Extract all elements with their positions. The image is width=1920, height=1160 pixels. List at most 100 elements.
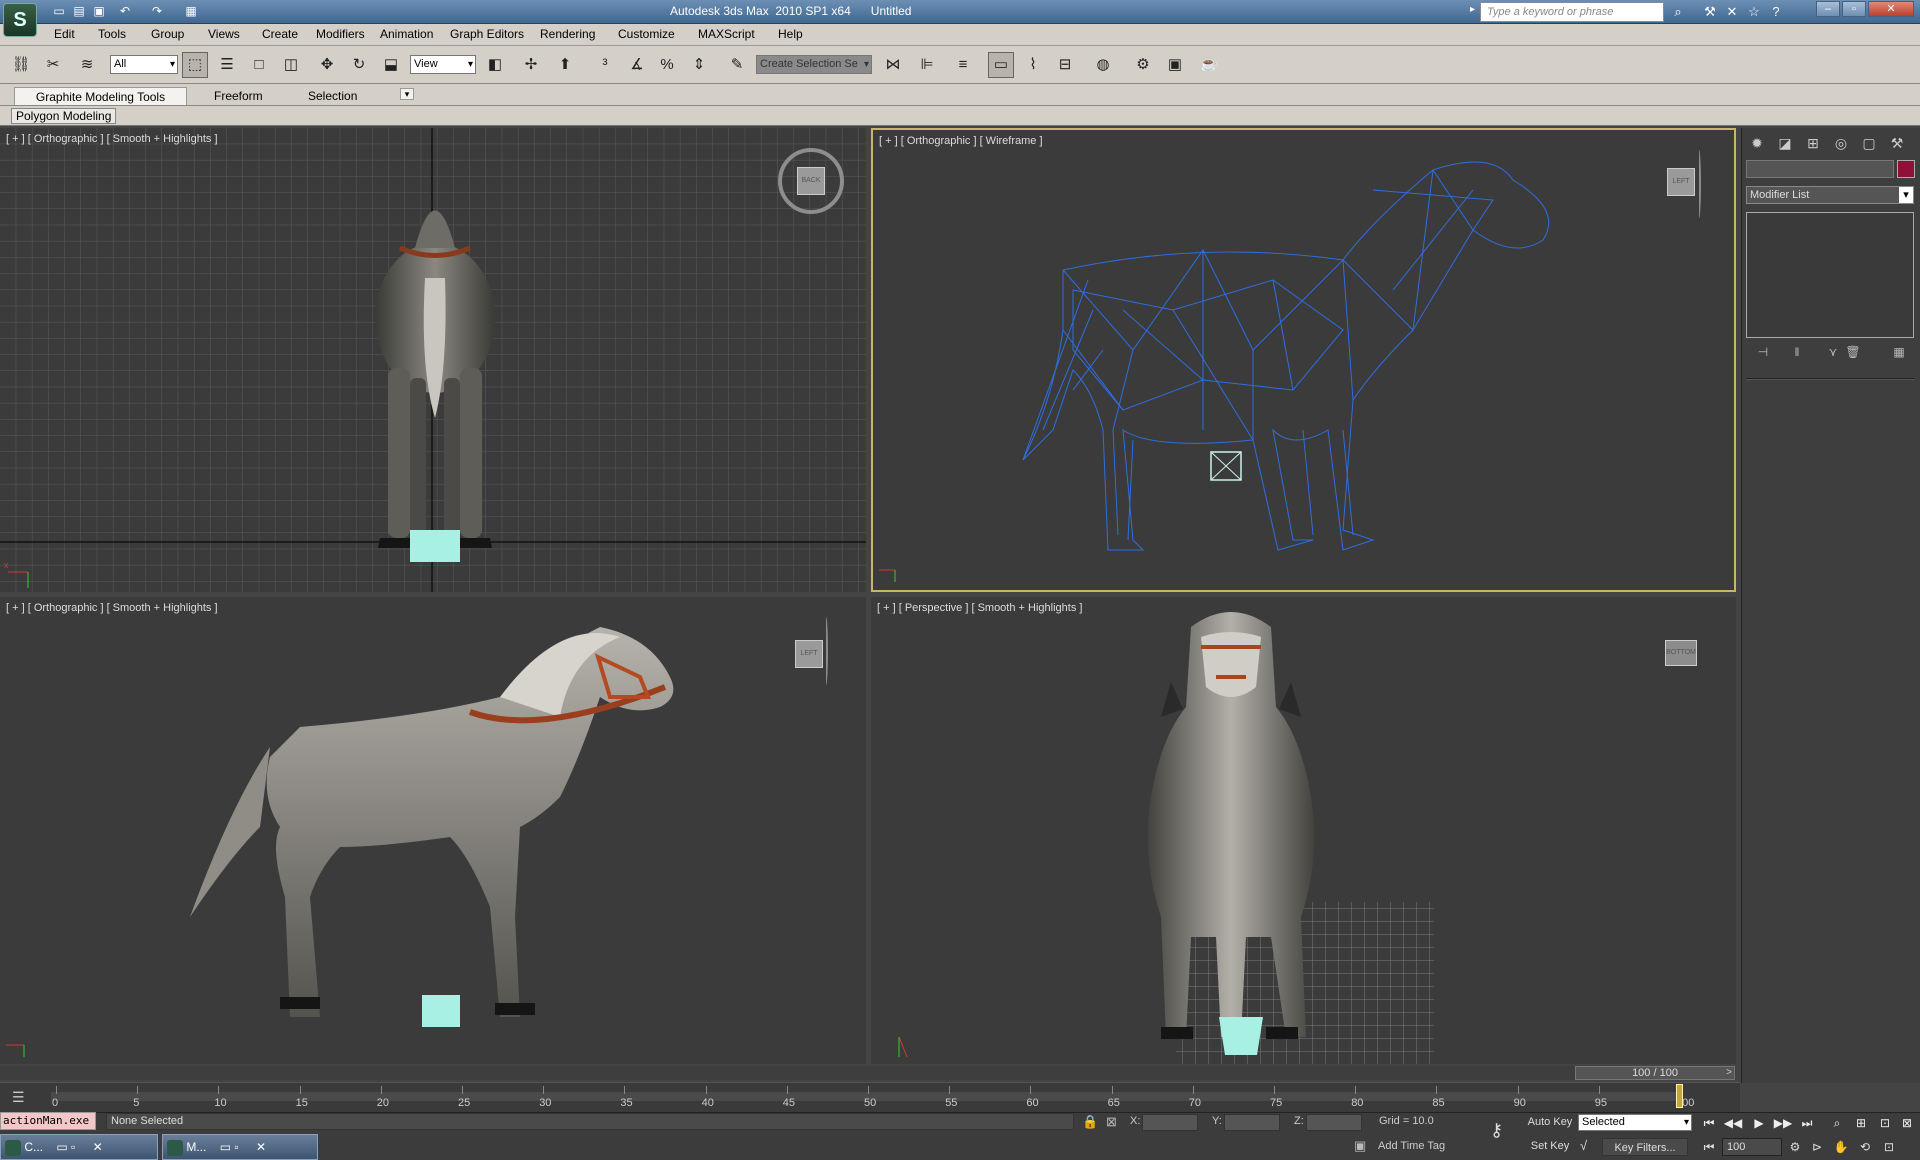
zoom-all-icon[interactable]: ⊞ — [1850, 1114, 1872, 1132]
key-mode-toggle-icon[interactable]: ⏮ — [1698, 1137, 1720, 1157]
tab-freeform[interactable]: Freeform — [204, 87, 273, 105]
viewport-top[interactable]: x [ + ] [ Orthographic ] [ Smooth + High… — [0, 128, 866, 592]
snap-toggle-icon[interactable]: ³ — [592, 52, 618, 78]
modify-panel-icon[interactable]: ◪ — [1774, 132, 1796, 154]
pivot-center-icon[interactable]: ◧ — [482, 52, 508, 78]
unlink-icon[interactable]: ✂ — [40, 52, 66, 78]
taskbar-item-2[interactable]: M... ▭ ▫ ✕ — [162, 1134, 318, 1160]
zoom-icon[interactable]: ⌕ — [1826, 1114, 1848, 1132]
y-coordinate-field[interactable] — [1224, 1114, 1280, 1131]
binoculars-icon[interactable]: ⌕ — [1668, 2, 1688, 22]
help-search-input[interactable]: Type a keyword or phrase — [1480, 2, 1664, 22]
display-panel-icon[interactable]: ▢ — [1858, 132, 1880, 154]
taskbar-restore-icon-2[interactable]: ▭ ▫ — [220, 1140, 239, 1154]
object-name-field[interactable] — [1746, 160, 1894, 178]
default-tangent-icon[interactable]: √ — [1580, 1138, 1587, 1153]
previous-key-icon[interactable]: ◀◀ — [1722, 1114, 1744, 1132]
rectangular-selection-icon[interactable]: □ — [246, 52, 272, 78]
menu-tools[interactable]: Tools — [98, 27, 126, 41]
move-icon[interactable]: ✥ — [314, 52, 340, 78]
menu-customize[interactable]: Customize — [618, 27, 675, 41]
taskbar-close-icon-1[interactable]: ✕ — [93, 1140, 103, 1154]
ribbon-options-icon[interactable]: ▾ — [400, 88, 414, 100]
maximize-button[interactable]: ▫ — [1842, 1, 1866, 17]
viewport-label-top[interactable]: [ + ] [ Orthographic ] [ Smooth + Highli… — [6, 133, 218, 145]
zoom-extents-icon[interactable]: ⊡ — [1874, 1114, 1896, 1132]
project-folder-icon[interactable]: ▦ — [182, 3, 200, 19]
tab-graphite-modeling-tools[interactable]: Graphite Modeling Tools — [14, 87, 187, 105]
add-time-tag-button[interactable]: Add Time Tag — [1378, 1140, 1445, 1152]
mini-curve-editor-icon[interactable]: ☰ — [12, 1089, 32, 1105]
hierarchy-panel-icon[interactable]: ⊞ — [1802, 132, 1824, 154]
next-key-icon[interactable]: ▶▶ — [1772, 1114, 1794, 1132]
link-icon[interactable]: ⛓ — [8, 52, 34, 78]
close-button[interactable]: ✕ — [1868, 1, 1914, 17]
rendered-frame-icon[interactable]: ▣ — [1162, 52, 1188, 78]
key-filters-button[interactable]: Key Filters... — [1602, 1138, 1688, 1156]
utilities-panel-icon[interactable]: ⚒ — [1886, 132, 1908, 154]
go-to-start-icon[interactable]: ⏮ — [1698, 1114, 1720, 1132]
select-by-name-icon[interactable]: ☰ — [214, 52, 240, 78]
z-coordinate-field[interactable] — [1306, 1114, 1362, 1131]
selection-filter-dropdown[interactable]: All — [110, 55, 178, 74]
search-expand-icon[interactable]: ▸ — [1470, 4, 1475, 15]
taskbar-close-icon-2[interactable]: ✕ — [256, 1140, 266, 1154]
modifier-stack[interactable] — [1746, 212, 1914, 338]
tab-selection[interactable]: Selection — [298, 87, 367, 105]
viewport-label-perspective[interactable]: [ + ] [ Perspective ] [ Smooth + Highlig… — [877, 602, 1082, 614]
taskbar-item-1[interactable]: C... ▭ ▫ ✕ — [0, 1134, 158, 1160]
pan-icon[interactable]: ✋ — [1830, 1137, 1852, 1157]
viewport-left[interactable]: [ + ] [ Orthographic ] [ Smooth + Highli… — [0, 597, 866, 1064]
open-file-icon[interactable]: ▤ — [70, 3, 88, 19]
viewcube-perspective[interactable]: BOTTOM — [1665, 640, 1697, 666]
absolute-mode-icon[interactable]: ⊠ — [1106, 1114, 1117, 1130]
new-file-icon[interactable]: ▭ — [50, 3, 68, 19]
redo-icon[interactable]: ↷ — [148, 3, 166, 19]
polygon-modeling-panel[interactable]: Polygon Modeling — [11, 108, 117, 124]
orbit-icon[interactable]: ⟲ — [1854, 1137, 1876, 1157]
set-key-mode-icon[interactable]: ⚷ — [1490, 1120, 1503, 1141]
menu-rendering[interactable]: Rendering — [540, 27, 595, 41]
named-selection-dropdown[interactable]: Create Selection Se — [756, 55, 872, 74]
menu-maxscript[interactable]: MAXScript — [698, 27, 755, 41]
set-key-button[interactable]: Set Key — [1526, 1138, 1574, 1155]
create-panel-icon[interactable]: ✹ — [1746, 132, 1768, 154]
menu-edit[interactable]: Edit — [54, 27, 75, 41]
angle-snap-icon[interactable]: ∡ — [624, 52, 650, 78]
viewport-label-front[interactable]: [ + ] [ Orthographic ] [ Wireframe ] — [879, 135, 1043, 147]
favorites-icon[interactable]: ☆ — [1744, 2, 1764, 22]
application-button[interactable]: S — [3, 3, 37, 37]
viewport-label-left[interactable]: [ + ] [ Orthographic ] [ Smooth + Highli… — [6, 602, 218, 614]
window-crossing-icon[interactable]: ◫ — [278, 52, 304, 78]
percent-snap-icon[interactable]: % — [654, 52, 680, 78]
save-file-icon[interactable]: ▣ — [90, 3, 108, 19]
material-editor-icon[interactable]: ◍ — [1090, 52, 1116, 78]
next-frame-arrow[interactable]: > — [1722, 1066, 1736, 1080]
field-of-view-icon[interactable]: ⊳ — [1806, 1137, 1828, 1157]
reference-coordinate-dropdown[interactable]: View — [410, 55, 476, 74]
current-frame-field[interactable]: 100 — [1722, 1138, 1782, 1156]
layer-manager-icon[interactable]: ≡ — [950, 52, 976, 78]
bind-space-warp-icon[interactable]: ≋ — [74, 52, 100, 78]
configure-modifier-sets-icon[interactable]: ▦ — [1888, 345, 1910, 363]
communication-icon[interactable]: ✕ — [1722, 2, 1742, 22]
render-setup-icon[interactable]: ⚙ — [1130, 52, 1156, 78]
align-icon[interactable]: ⊫ — [914, 52, 940, 78]
render-teapot-icon[interactable]: ☕ — [1196, 52, 1222, 78]
auto-key-button[interactable]: Auto Key — [1526, 1114, 1574, 1131]
x-coordinate-field[interactable] — [1142, 1114, 1198, 1131]
selection-set-dropdown[interactable]: Selected — [1578, 1114, 1692, 1131]
show-end-result-icon[interactable]: ‖ — [1786, 345, 1808, 363]
maxscript-listener[interactable]: actionMan.exe — [0, 1112, 96, 1130]
undo-icon[interactable]: ↶ — [116, 3, 134, 19]
lock-selection-icon[interactable]: 🔒 — [1082, 1114, 1098, 1130]
select-object-icon[interactable]: ⬚ — [182, 52, 208, 78]
go-to-end-icon[interactable]: ⏭ — [1796, 1114, 1818, 1132]
zoom-extents-all-icon[interactable]: ⊠ — [1896, 1114, 1918, 1132]
timeline-playhead[interactable] — [1676, 1084, 1683, 1108]
menu-modifiers[interactable]: Modifiers — [316, 27, 365, 41]
viewcube-top[interactable]: BACK — [797, 167, 825, 195]
keyboard-shortcut-icon[interactable]: ⬆ — [552, 52, 578, 78]
viewcube-left[interactable]: LEFT — [795, 640, 823, 668]
ground-helper-left[interactable] — [422, 995, 460, 1027]
